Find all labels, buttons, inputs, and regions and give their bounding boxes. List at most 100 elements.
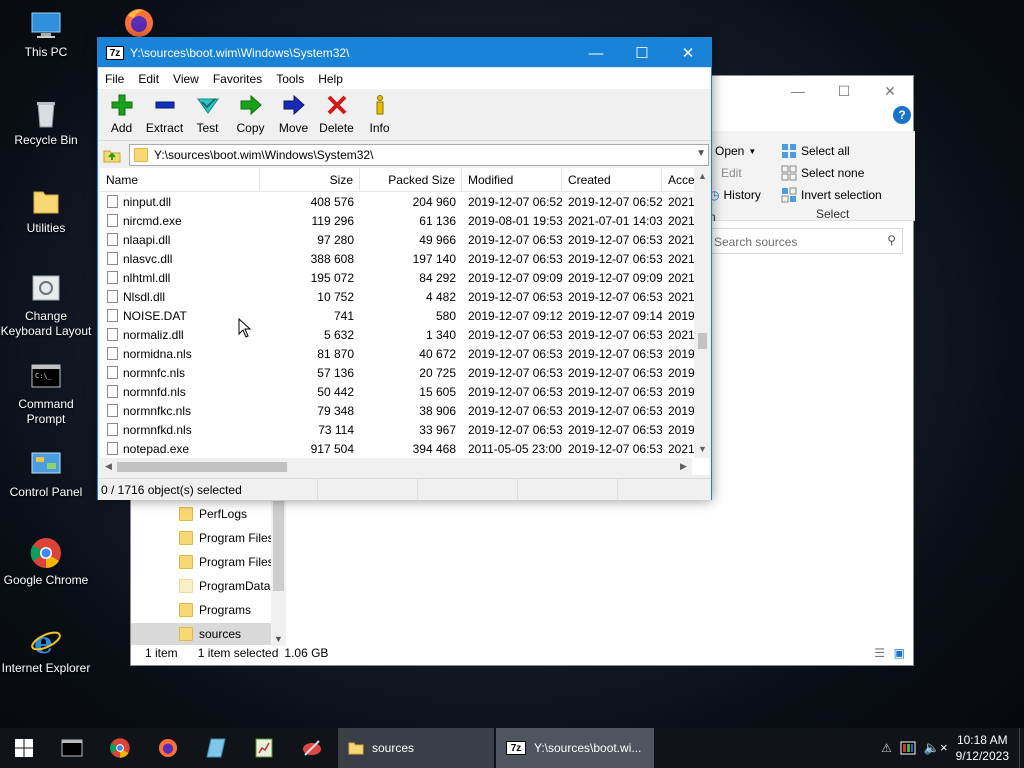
taskbar-notepad[interactable] (192, 728, 240, 768)
table-row[interactable]: normaliz.dll 5 632 1 340 2019-12-07 06:53 20… (100, 325, 710, 344)
chevron-down-icon[interactable]: ▼ (694, 441, 711, 458)
test-button[interactable]: Test (186, 89, 229, 141)
taskbar-paint[interactable] (288, 728, 336, 768)
table-row[interactable]: ninput.dll 408 576 204 960 2019-12-07 06:52… (100, 192, 710, 211)
file-name-cell: nircmd.exe (100, 214, 260, 228)
taskbar-chrome[interactable] (96, 728, 144, 768)
horizontal-scrollbar[interactable]: ◀ ▶ (100, 458, 692, 475)
tree-item-perflogs[interactable]: PerfLogs (179, 503, 247, 525)
scrollbar-thumb[interactable] (273, 501, 284, 591)
move-button[interactable]: Move (272, 89, 315, 141)
start-button[interactable] (0, 728, 48, 768)
table-row[interactable]: normnfkc.nls 79 348 38 906 2019-12-07 06:53… (100, 401, 710, 420)
details-view-icon[interactable]: ☰ (874, 646, 885, 660)
column-packed-size[interactable]: Packed Size (360, 168, 462, 192)
maximize-icon[interactable]: ☐ (821, 76, 867, 106)
vertical-scrollbar[interactable]: ▲ ▼ (694, 168, 711, 458)
minimize-icon[interactable]: — (573, 38, 619, 68)
chevron-left-icon[interactable]: ◀ (100, 458, 117, 475)
tree-item-program-files-x86[interactable]: Program Files (179, 551, 274, 573)
chevron-down-icon: ▼ (748, 146, 757, 156)
menu-file[interactable]: File (98, 72, 131, 86)
tree-item-programdata[interactable]: ProgramData (179, 575, 270, 597)
table-row[interactable]: Nlsdl.dll 10 752 4 482 2019-12-07 06:53 2019… (100, 287, 710, 306)
taskbar-command-prompt[interactable] (48, 728, 96, 768)
desktop-icon-google-chrome[interactable]: Google Chrome (0, 536, 92, 588)
menu-view[interactable]: View (166, 72, 206, 86)
info-button[interactable]: Info (358, 89, 401, 141)
taskbar-app-sevenzip[interactable]: 7z Y:\sources\boot.wi... (496, 728, 654, 768)
tree-item-programs[interactable]: Programs (179, 599, 251, 621)
desktop-icon-control-panel[interactable]: Control Panel (0, 448, 92, 500)
table-row[interactable]: normnfd.nls 50 442 15 605 2019-12-07 06:53 2… (100, 382, 710, 401)
column-size[interactable]: Size (260, 168, 360, 192)
close-icon[interactable]: ✕ (665, 38, 711, 68)
desktop-icon-change-keyboard-layout[interactable]: Change Keyboard Layout (0, 272, 92, 339)
maximize-icon[interactable]: ☐ (619, 38, 665, 68)
help-icon[interactable]: ? (893, 106, 911, 124)
checkmark-icon (196, 98, 219, 114)
ribbon-edit-button[interactable]: Edit (721, 166, 742, 180)
volume-muted-icon[interactable]: 🔈× (924, 740, 948, 756)
tree-item-program-files[interactable]: Program Files (179, 527, 274, 549)
table-row[interactable]: normidna.nls 81 870 40 672 2019-12-07 06:53… (100, 344, 710, 363)
taskbar-firefox[interactable] (144, 728, 192, 768)
folder-icon (33, 191, 59, 214)
table-row[interactable]: normnfc.nls 57 136 20 725 2019-12-07 06:53 2… (100, 363, 710, 382)
minimize-icon[interactable]: — (775, 76, 821, 106)
display-color-icon[interactable] (900, 741, 916, 755)
table-row[interactable]: NOISE.DAT 741 580 2019-12-07 09:12 2019-12-0… (100, 306, 710, 325)
add-button[interactable]: Add (100, 89, 143, 141)
close-icon[interactable]: ✕ (867, 76, 913, 106)
show-desktop-button[interactable] (1019, 728, 1024, 768)
extract-button[interactable]: Extract (143, 89, 186, 141)
select-none-button[interactable]: Select none (781, 165, 864, 181)
copy-button[interactable]: Copy (229, 89, 272, 141)
modified-cell: 2019-08-01 19:53 (468, 213, 562, 228)
table-row[interactable]: nlasvc.dll 388 608 197 140 2019-12-07 06:53… (100, 249, 710, 268)
column-accessed[interactable]: Acce (662, 168, 696, 192)
column-name[interactable]: Name (100, 168, 260, 192)
desktop-icon-internet-explorer[interactable]: e Internet Explorer (0, 624, 92, 676)
menu-help[interactable]: Help (311, 72, 350, 86)
up-folder-button[interactable] (101, 144, 123, 166)
table-row[interactable]: notepad.exe 917 504 394 468 2011-05-05 23:0… (100, 439, 710, 458)
menu-edit[interactable]: Edit (131, 72, 166, 86)
taskbar-app-sources[interactable]: sources (338, 728, 494, 768)
menu-favorites[interactable]: Favorites (206, 72, 269, 86)
tree-scrollbar[interactable]: ▼ (271, 501, 286, 646)
large-icons-view-icon[interactable]: ▣ (894, 646, 905, 660)
scrollbar-thumb[interactable] (117, 462, 287, 472)
ribbon-open-button[interactable]: Open ▼ (715, 144, 756, 158)
desktop-icon-utilities[interactable]: Utilities (0, 184, 92, 236)
file-size-cell: 81 870 (317, 346, 354, 361)
desktop-icon-this-pc[interactable]: This PC (0, 8, 92, 60)
column-modified[interactable]: Modified (462, 168, 562, 192)
chevron-right-icon[interactable]: ▶ (675, 458, 692, 475)
search-icon: ⚲ (887, 233, 896, 247)
table-row[interactable]: nircmd.exe 119 296 61 136 2019-08-01 19:53 2… (100, 211, 710, 230)
desktop-icon-command-prompt[interactable]: C:\_ Command Prompt (0, 360, 92, 427)
ribbon-history-button[interactable]: ◷ History (709, 188, 761, 202)
sevenzip-window[interactable]: 7z Y:\sources\boot.wim\Windows\System32\… (97, 37, 712, 501)
invert-selection-button[interactable]: Invert selection (781, 187, 882, 203)
sevenzip-title-bar[interactable]: 7z Y:\sources\boot.wim\Windows\System32\… (98, 38, 711, 68)
system-tray: ⚠ 🔈× 10:18 AM 9/12/2023 (881, 728, 1024, 768)
table-row[interactable]: nlhtml.dll 195 072 84 292 2019-12-07 09:09 2… (100, 268, 710, 287)
scrollbar-thumb[interactable] (698, 333, 707, 349)
menu-tools[interactable]: Tools (269, 72, 311, 86)
chevron-up-icon[interactable]: ▲ (694, 168, 711, 185)
address-input[interactable]: Y:\sources\boot.wim\Windows\System32\ ▼ (129, 144, 709, 166)
chevron-down-icon[interactable]: ▼ (696, 148, 706, 159)
select-all-button[interactable]: Select all (781, 143, 850, 159)
file-list[interactable]: Name Size Packed Size Modified Created A… (100, 168, 710, 475)
table-row[interactable]: normnfkd.nls 73 114 33 967 2019-12-07 06:53… (100, 420, 710, 439)
desktop-icon-recycle-bin[interactable]: Recycle Bin (0, 96, 92, 148)
search-input[interactable]: Search sources ⚲ (709, 228, 903, 254)
network-disconnected-icon[interactable]: ⚠ (881, 741, 892, 755)
clock[interactable]: 10:18 AM 9/12/2023 (956, 732, 1009, 764)
taskbar-spreadsheet[interactable] (240, 728, 288, 768)
column-created[interactable]: Created (562, 168, 662, 192)
delete-button[interactable]: Delete (315, 89, 358, 141)
table-row[interactable]: nlaapi.dll 97 280 49 966 2019-12-07 06:53 20… (100, 230, 710, 249)
